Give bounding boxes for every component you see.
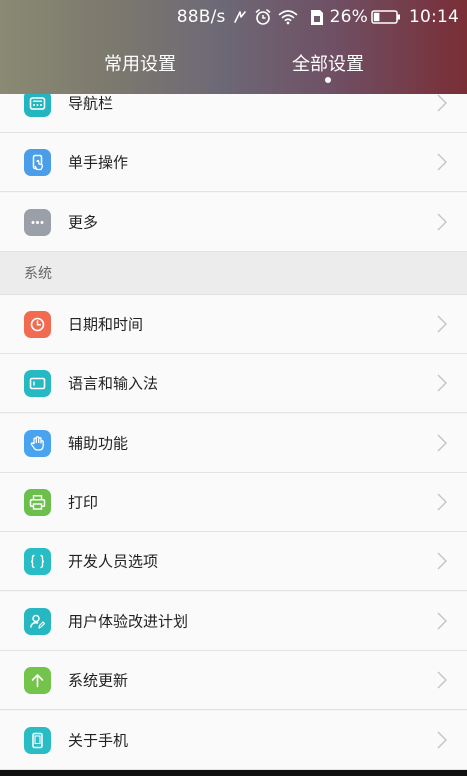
battery-icon [371,10,401,24]
tab-common-settings[interactable]: 常用设置 [104,50,176,76]
header: 88B/s 26% 10:14 常用设置 全部设置 [0,0,467,94]
sim-icon [310,9,324,26]
section-header-system: 系统 [0,252,467,295]
status-bar: 88B/s 26% 10:14 [171,6,459,28]
chevron-right-icon [437,213,447,235]
user-edit-icon [24,607,51,635]
settings-screen: 88B/s 26% 10:14 常用设置 全部设置 导航栏 单手操作 更多 系统… [0,0,467,776]
net-speed: 88B/s [176,7,226,27]
settings-item-language-input[interactable]: 语言和输入法 [0,354,467,413]
bottom-edge [0,770,467,776]
settings-item-date-time[interactable]: 日期和时间 [0,295,467,354]
braces-icon [24,547,51,575]
tab-indicator [325,77,331,83]
chevron-right-icon [437,552,447,574]
settings-item-navigation-bar[interactable]: 导航栏 [0,94,467,133]
settings-item-more[interactable]: 更多 [0,193,467,252]
settings-item-print[interactable]: 打印 [0,473,467,532]
chevron-right-icon [437,612,447,634]
settings-item-label: 日期和时间 [68,315,144,334]
navbar-icon [24,94,51,117]
one-hand-icon [24,148,51,176]
more-icon [24,208,51,236]
chevron-right-icon [437,493,447,515]
chevron-right-icon [437,434,447,456]
settings-item-label: 打印 [68,493,99,512]
section-title: 系统 [24,266,52,282]
settings-item-label: 辅助功能 [68,434,129,453]
keyboard-icon [24,369,51,397]
chevron-right-icon [437,671,447,693]
settings-item-user-experience-program[interactable]: 用户体验改进计划 [0,592,467,651]
settings-item-system-update[interactable]: 系统更新 [0,651,467,710]
settings-list[interactable]: 导航栏 单手操作 更多 系统 日期和时间 语言和输入法 辅助功能 打印 开发人员… [0,94,467,770]
chevron-right-icon [437,374,447,396]
chevron-right-icon [437,315,447,337]
settings-item-label: 系统更新 [68,671,129,690]
settings-item-label: 导航栏 [68,94,114,113]
alarm-icon [254,8,272,26]
clock-time: 10:14 [409,7,459,27]
settings-item-label: 开发人员选项 [68,552,159,571]
chevron-right-icon [437,153,447,175]
phone-icon [24,726,51,754]
chevron-right-icon [437,94,447,116]
printer-icon [24,488,51,516]
nfc-icon [232,9,248,25]
arrow-up-icon [24,666,51,694]
settings-item-accessibility[interactable]: 辅助功能 [0,414,467,473]
settings-item-one-hand-mode[interactable]: 单手操作 [0,133,467,192]
settings-item-label: 更多 [68,213,99,232]
chevron-right-icon [437,731,447,753]
settings-item-label: 用户体验改进计划 [68,612,189,631]
battery-level: 26% [329,7,368,27]
settings-item-developer-options[interactable]: 开发人员选项 [0,532,467,591]
wifi-icon [278,9,298,25]
tab-bar: 常用设置 全部设置 [0,50,467,80]
settings-item-label: 单手操作 [68,153,129,172]
clock-icon [24,310,51,338]
settings-item-about-phone[interactable]: 关于手机 [0,711,467,770]
settings-item-label: 关于手机 [68,731,129,750]
tab-all-settings[interactable]: 全部设置 [292,50,364,76]
hand-icon [24,429,51,457]
settings-item-label: 语言和输入法 [68,374,159,393]
